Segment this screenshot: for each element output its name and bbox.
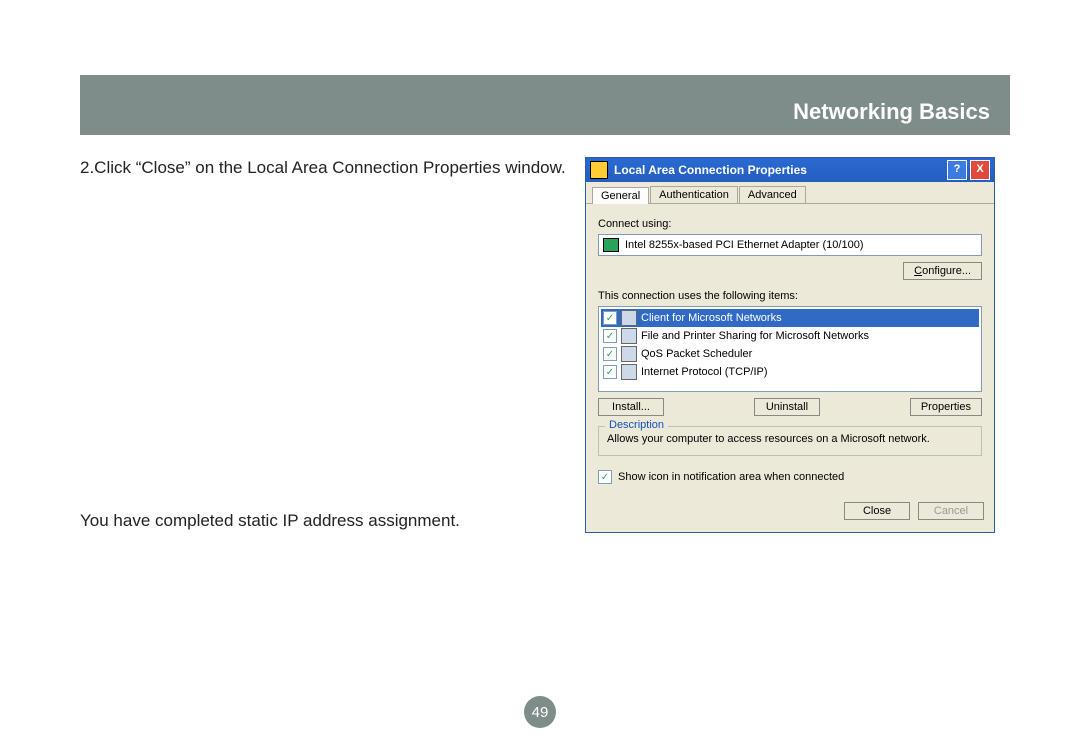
- list-item[interactable]: ✓ File and Printer Sharing for Microsoft…: [601, 327, 979, 345]
- tab-advanced[interactable]: Advanced: [739, 186, 806, 203]
- configure-row: Configure...: [598, 262, 982, 280]
- network-icon: [590, 161, 608, 179]
- list-item-label: Internet Protocol (TCP/IP): [641, 366, 768, 378]
- connect-using-label: Connect using:: [598, 218, 982, 230]
- help-button[interactable]: ?: [947, 160, 967, 180]
- adapter-icon: [603, 238, 619, 252]
- instruction-step: 2.Click “Close” on the Local Area Connec…: [80, 157, 575, 180]
- description-legend: Description: [605, 419, 668, 431]
- section-header: Networking Basics: [80, 75, 1010, 135]
- show-icon-row[interactable]: ✓ Show icon in notification area when co…: [598, 470, 982, 484]
- list-item-label: File and Printer Sharing for Microsoft N…: [641, 330, 869, 342]
- tab-general[interactable]: General: [592, 187, 649, 204]
- checkbox-icon[interactable]: ✓: [603, 329, 617, 343]
- checkbox-icon[interactable]: ✓: [603, 365, 617, 379]
- service-icon: [621, 346, 637, 362]
- dialog-titlebar[interactable]: Local Area Connection Properties ? X: [586, 158, 994, 182]
- tab-authentication[interactable]: Authentication: [650, 186, 738, 203]
- uninstall-button[interactable]: Uninstall: [754, 398, 820, 416]
- page-number-badge: 49: [524, 696, 556, 728]
- document-page: Networking Basics 2.Click “Close” on the…: [80, 75, 1010, 533]
- close-button[interactable]: Close: [844, 502, 910, 520]
- list-item[interactable]: ✓ QoS Packet Scheduler: [601, 345, 979, 363]
- configure-button[interactable]: Configure...: [903, 262, 982, 280]
- service-icon: [621, 328, 637, 344]
- properties-dialog: Local Area Connection Properties ? X Gen…: [585, 157, 995, 533]
- properties-button[interactable]: Properties: [910, 398, 982, 416]
- protocol-icon: [621, 364, 637, 380]
- description-group: Description Allows your computer to acce…: [598, 426, 982, 456]
- dialog-title: Local Area Connection Properties: [614, 163, 807, 177]
- list-item-label: Client for Microsoft Networks: [641, 312, 782, 324]
- items-label: This connection uses the following items…: [598, 290, 982, 302]
- instruction-column: 2.Click “Close” on the Local Area Connec…: [80, 157, 585, 533]
- tab-strip: General Authentication Advanced: [586, 182, 994, 204]
- client-icon: [621, 310, 637, 326]
- screenshot-column: Local Area Connection Properties ? X Gen…: [585, 157, 995, 533]
- list-item[interactable]: ✓ Client for Microsoft Networks: [601, 309, 979, 327]
- section-title: Networking Basics: [793, 99, 990, 125]
- checkbox-icon[interactable]: ✓: [603, 347, 617, 361]
- checkbox-icon[interactable]: ✓: [598, 470, 612, 484]
- install-button[interactable]: Install...: [598, 398, 664, 416]
- list-item-label: QoS Packet Scheduler: [641, 348, 752, 360]
- show-icon-label: Show icon in notification area when conn…: [618, 471, 844, 483]
- window-close-button[interactable]: X: [970, 160, 990, 180]
- components-listbox[interactable]: ✓ Client for Microsoft Networks ✓ File a…: [598, 306, 982, 392]
- dialog-body: Connect using: Intel 8255x-based PCI Eth…: [586, 204, 994, 490]
- content-area: 2.Click “Close” on the Local Area Connec…: [80, 157, 1010, 533]
- completion-note: You have completed static IP address ass…: [80, 510, 575, 533]
- checkbox-icon[interactable]: ✓: [603, 311, 617, 325]
- cancel-button: Cancel: [918, 502, 984, 520]
- page-number: 49: [532, 704, 549, 721]
- adapter-field: Intel 8255x-based PCI Ethernet Adapter (…: [598, 234, 982, 256]
- description-text: Allows your computer to access resources…: [607, 433, 973, 445]
- list-item[interactable]: ✓ Internet Protocol (TCP/IP): [601, 363, 979, 381]
- adapter-name: Intel 8255x-based PCI Ethernet Adapter (…: [625, 239, 864, 251]
- component-buttons: Install... Uninstall Properties: [598, 398, 982, 416]
- dialog-footer: Close Cancel: [586, 490, 994, 532]
